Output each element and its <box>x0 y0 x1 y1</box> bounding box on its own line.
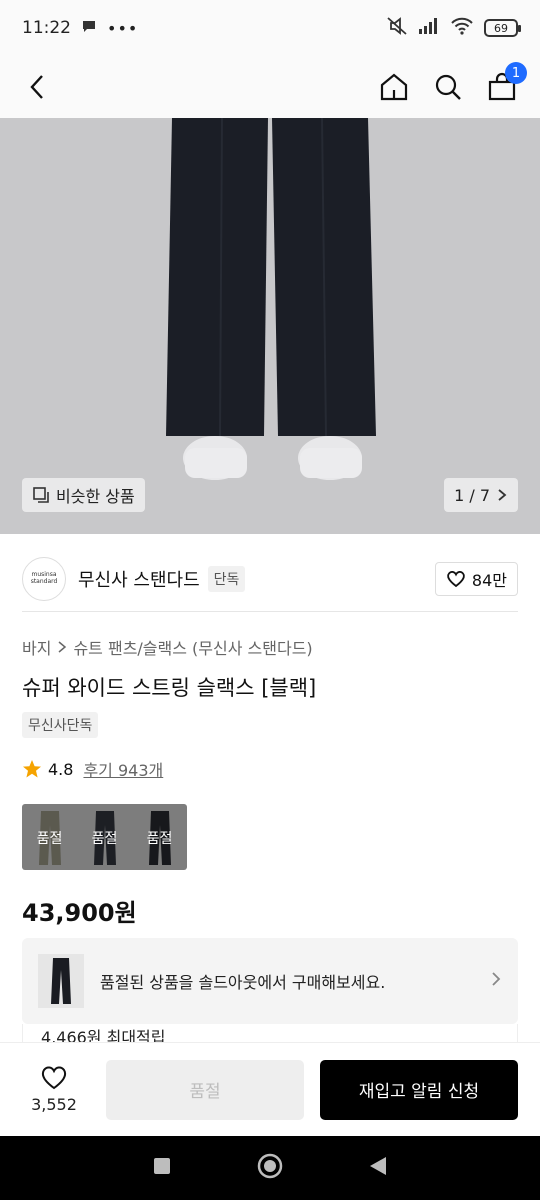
heart-icon <box>447 571 465 588</box>
signal-icon <box>418 17 440 40</box>
image-counter-text: 1 / 7 <box>454 485 490 505</box>
brand-logo-line2: standard <box>30 578 58 585</box>
rating-row: 4.8 후기 943개 <box>22 757 163 781</box>
heart-icon <box>41 1066 67 1090</box>
back-arrow-icon <box>30 75 43 99</box>
search-icon <box>435 74 461 100</box>
resell-thumbnail <box>38 954 84 1008</box>
review-link[interactable]: 후기 943개 <box>83 757 163 781</box>
wishlist-count: 3,552 <box>31 1095 77 1114</box>
brand-like-button[interactable]: 84만 <box>434 562 518 596</box>
similar-label: 비슷한 상품 <box>56 487 135 506</box>
soldout-button[interactable]: 품절 <box>106 1059 304 1120</box>
home-button[interactable] <box>378 71 410 103</box>
triangle-back-icon <box>370 1157 386 1175</box>
status-bar: 11:22 ••• 69 <box>0 0 540 56</box>
divider <box>22 611 518 612</box>
cart-count-badge: 1 <box>505 62 527 84</box>
battery-icon: 69 <box>484 19 521 37</box>
app-header: 1 <box>0 56 540 118</box>
breadcrumb-item-pants[interactable]: 바지 <box>22 635 51 659</box>
product-price: 43,900원 <box>22 899 137 927</box>
square-icon <box>154 1158 170 1174</box>
chevron-right-icon <box>490 970 502 992</box>
color-option[interactable]: 품절 <box>22 804 77 870</box>
more-notifications-icon: ••• <box>107 18 139 38</box>
product-title: 슈퍼 와이드 스트링 슬랙스 [블랙] <box>22 676 317 700</box>
color-options: 품절 품절 품절 <box>22 804 187 870</box>
chevron-right-icon <box>498 489 507 501</box>
brand-like-count: 84만 <box>471 571 507 590</box>
system-navigation-bar <box>0 1136 540 1200</box>
back-system-button[interactable] <box>368 1155 388 1181</box>
mute-icon <box>386 16 408 41</box>
similar-icon <box>33 487 49 503</box>
product-image-carousel[interactable]: 비슷한 상품 1 / 7 <box>0 118 540 534</box>
brand-exclusive-tag: 단독 <box>207 566 246 592</box>
star-icon <box>23 760 41 778</box>
soldout-label: 품절 <box>91 831 118 847</box>
similar-products-button[interactable]: 비슷한 상품 <box>22 478 145 512</box>
product-photo <box>0 118 540 534</box>
brand-logo[interactable]: musinsa standard <box>22 557 66 601</box>
exclusive-tag: 무신사단독 <box>22 712 99 738</box>
pants-thumbnail-icon <box>51 958 71 1004</box>
brand-name[interactable]: 무신사 스탠다드 <box>78 566 200 592</box>
chevron-right-icon <box>58 641 67 653</box>
cart-button[interactable]: 1 <box>486 62 527 103</box>
search-button[interactable] <box>432 71 464 103</box>
wishlist-button[interactable]: 3,552 <box>22 1065 86 1114</box>
soldout-label: 품절 <box>146 831 173 847</box>
bottom-action-bar: 3,552 품절 재입고 알림 신청 <box>0 1042 540 1136</box>
resell-text: 품절된 상품을 솔드아웃에서 구매해보세요. <box>100 973 386 992</box>
brand-row: musinsa standard 무신사 스탠다드 단독 84만 <box>22 548 518 610</box>
color-option[interactable]: 품절 <box>77 804 132 870</box>
color-option[interactable]: 품절 <box>132 804 187 870</box>
home-icon <box>380 73 408 101</box>
restock-alert-button[interactable]: 재입고 알림 신청 <box>320 1059 518 1120</box>
recent-apps-button[interactable] <box>152 1156 172 1180</box>
chat-notification-icon <box>81 18 97 39</box>
breadcrumb-item-category[interactable]: 슈트 팬츠/슬랙스 (무신사 스탠다드) <box>73 635 312 659</box>
circle-icon <box>257 1153 283 1179</box>
wifi-icon <box>450 17 474 40</box>
status-time: 11:22 <box>22 18 71 38</box>
soldout-label: 품절 <box>36 831 63 847</box>
back-button[interactable] <box>22 71 54 103</box>
soldout-resell-banner[interactable]: 품절된 상품을 솔드아웃에서 구매해보세요. <box>22 938 518 1024</box>
image-counter[interactable]: 1 / 7 <box>444 478 518 512</box>
max-points: 4,466원 최대적립 <box>22 1024 518 1044</box>
rating-value: 4.8 <box>48 759 74 779</box>
home-system-button[interactable] <box>256 1152 284 1184</box>
breadcrumb: 바지 슈트 팬츠/슬랙스 (무신사 스탠다드) <box>22 635 313 659</box>
